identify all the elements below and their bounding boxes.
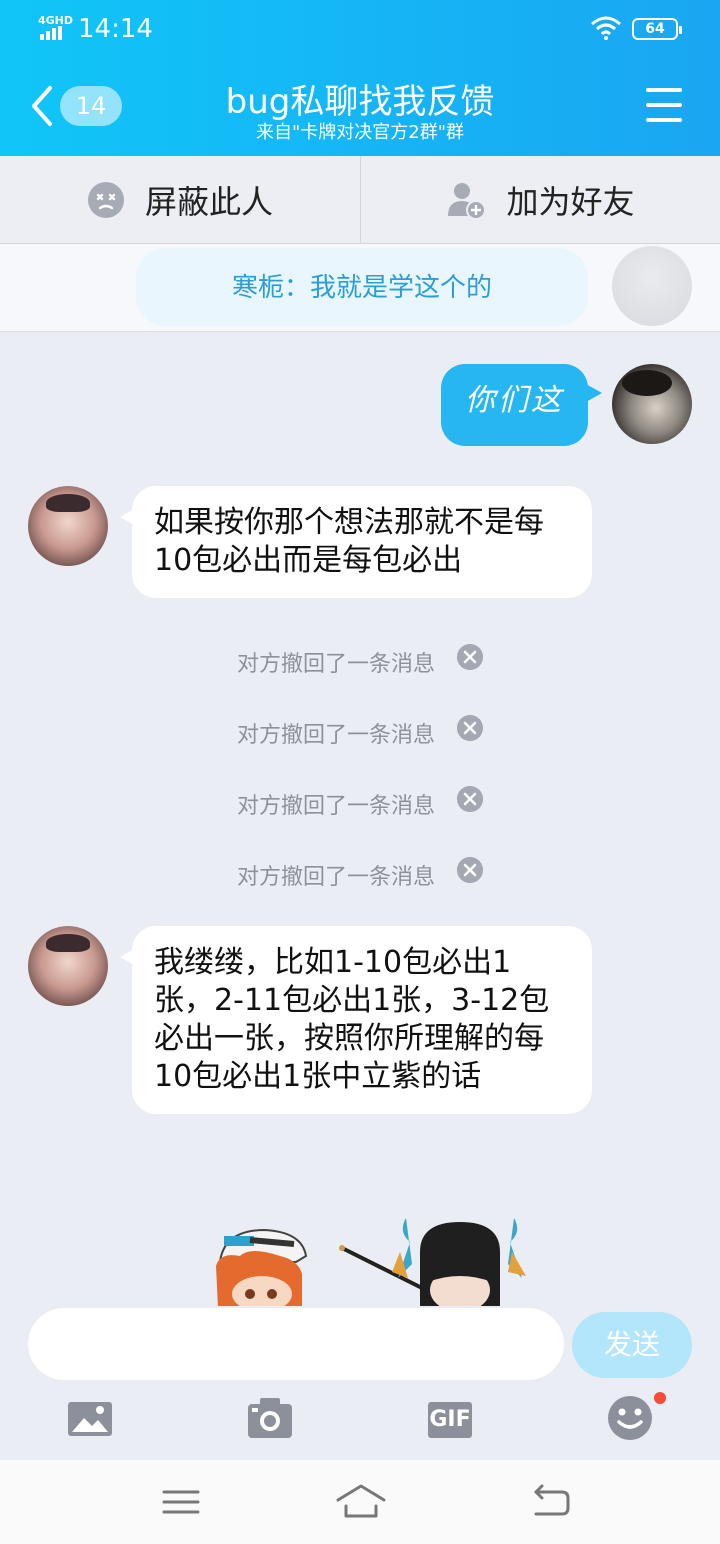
close-icon[interactable] [457,786,483,812]
recalled-text: 对方撤回了一条消息 [236,865,435,890]
notification-dot [654,1392,666,1404]
recalled-notice: 对方撤回了一条消息 [0,715,720,749]
pinned-message-text: 寒栀：我就是学这个的 [136,248,588,326]
nav-back-icon[interactable] [526,1482,576,1522]
message-bubble-self[interactable]: 你们这 [441,364,602,446]
image-icon[interactable] [66,1396,114,1440]
close-icon[interactable] [457,644,483,670]
recalled-text: 对方撤回了一条消息 [236,794,435,819]
nav-home-icon[interactable] [334,1482,388,1522]
sender-avatar[interactable] [28,926,108,1006]
menu-icon[interactable] [646,88,682,122]
system-nav-bar [0,1460,720,1544]
close-icon[interactable] [457,857,483,883]
action-bar: 屏蔽此人 加为好友 [0,156,720,244]
chat-subtitle: 来自"卡牌对决官方2群"群 [255,122,464,143]
signal-icon [40,26,62,40]
avatar [612,246,692,326]
clock: 14:14 [78,14,153,44]
recalled-text: 对方撤回了一条消息 [236,652,435,677]
camera-icon[interactable] [246,1396,294,1440]
composer: 发送 GIF [0,1306,720,1460]
recalled-notice: 对方撤回了一条消息 [0,857,720,891]
app-header: 4GHD 14:14 64 14 bug私聊找我反馈 来自"卡牌对决官方2群"群 [0,0,720,156]
gif-icon[interactable]: GIF [428,1402,472,1438]
add-friend-icon [448,183,487,220]
send-button[interactable]: 发送 [572,1312,692,1378]
block-user-label: 屏蔽此人 [144,183,273,221]
sticker-swordsman [339,1218,526,1308]
chat-title: bug私聊找我反馈 [225,82,495,122]
pinned-message-banner[interactable]: 寒栀：我就是学这个的 [0,244,720,332]
add-friend-button[interactable]: 加为好友 [360,156,720,244]
sender-avatar[interactable] [28,486,108,566]
recalled-text: 对方撤回了一条消息 [236,723,435,748]
sticker-boy-cap [216,1228,308,1308]
add-friend-label: 加为好友 [506,183,635,221]
block-user-button[interactable]: 屏蔽此人 [0,156,360,244]
recalled-notice: 对方撤回了一条消息 [0,786,720,820]
message-input[interactable] [28,1308,564,1380]
nav-menu-icon[interactable] [156,1482,206,1522]
block-icon [87,182,124,218]
emoji-icon[interactable] [606,1394,654,1442]
self-avatar[interactable] [612,364,692,444]
battery-indicator: 64 [632,18,682,40]
status-bar: 4GHD 14:14 64 [0,10,720,50]
message-bubble[interactable]: 如果按你那个想法那就不是每10包必出而是每包必出 [120,486,592,598]
recalled-notice: 对方撤回了一条消息 [0,644,720,678]
close-icon[interactable] [457,715,483,741]
message-bubble[interactable]: 我缕缕，比如1-10包必出1张，2-11包必出1张，3-12包必出一张，按照你所… [120,926,592,1114]
wifi-icon [591,16,621,40]
